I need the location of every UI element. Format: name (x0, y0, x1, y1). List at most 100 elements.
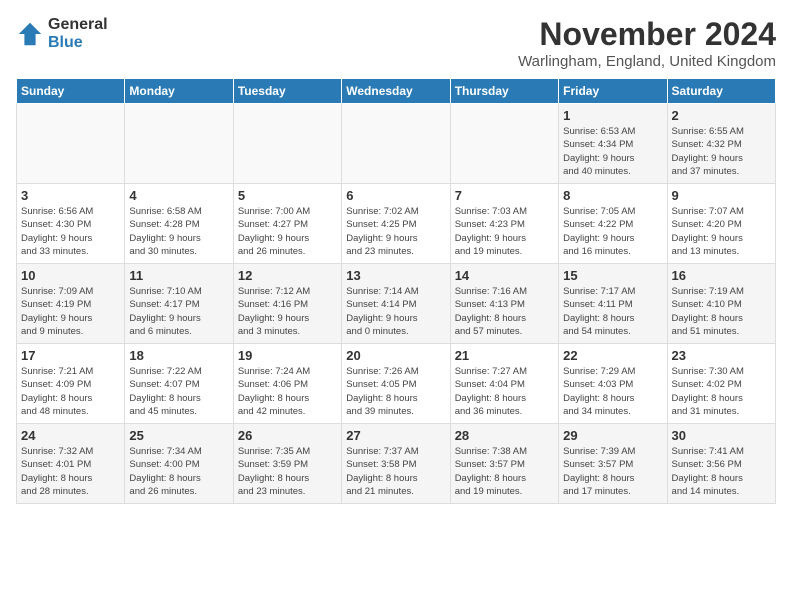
day-number: 19 (238, 348, 337, 363)
day-number: 4 (129, 188, 228, 203)
day-info: Sunrise: 7:29 AM Sunset: 4:03 PM Dayligh… (563, 365, 662, 418)
day-number: 26 (238, 428, 337, 443)
day-number: 6 (346, 188, 445, 203)
day-info: Sunrise: 7:07 AM Sunset: 4:20 PM Dayligh… (672, 205, 771, 258)
calendar-cell (17, 104, 125, 184)
calendar-cell: 18 Sunrise: 7:22 AM Sunset: 4:07 PM Dayli… (125, 344, 233, 424)
day-number: 2 (672, 108, 771, 123)
day-number: 10 (21, 268, 120, 283)
calendar-cell: 24 Sunrise: 7:32 AM Sunset: 4:01 PM Dayli… (17, 424, 125, 504)
calendar-cell: 7 Sunrise: 7:03 AM Sunset: 4:23 PM Daylig… (450, 184, 558, 264)
month-title: November 2024 (518, 16, 776, 53)
day-info: Sunrise: 7:12 AM Sunset: 4:16 PM Dayligh… (238, 285, 337, 338)
day-info: Sunrise: 7:34 AM Sunset: 4:00 PM Dayligh… (129, 445, 228, 498)
calendar-cell (342, 104, 450, 184)
calendar-cell: 22 Sunrise: 7:29 AM Sunset: 4:03 PM Dayli… (559, 344, 667, 424)
day-info: Sunrise: 7:05 AM Sunset: 4:22 PM Dayligh… (563, 205, 662, 258)
day-number: 18 (129, 348, 228, 363)
calendar-cell (233, 104, 341, 184)
day-info: Sunrise: 7:27 AM Sunset: 4:04 PM Dayligh… (455, 365, 554, 418)
day-info: Sunrise: 6:58 AM Sunset: 4:28 PM Dayligh… (129, 205, 228, 258)
day-number: 27 (346, 428, 445, 443)
day-number: 28 (455, 428, 554, 443)
calendar-week-3: 10 Sunrise: 7:09 AM Sunset: 4:19 PM Dayli… (17, 264, 776, 344)
calendar-cell: 26 Sunrise: 7:35 AM Sunset: 3:59 PM Dayli… (233, 424, 341, 504)
day-info: Sunrise: 7:09 AM Sunset: 4:19 PM Dayligh… (21, 285, 120, 338)
weekday-header-saturday: Saturday (667, 79, 775, 104)
calendar-cell: 12 Sunrise: 7:12 AM Sunset: 4:16 PM Dayli… (233, 264, 341, 344)
day-number: 1 (563, 108, 662, 123)
calendar-cell: 3 Sunrise: 6:56 AM Sunset: 4:30 PM Daylig… (17, 184, 125, 264)
calendar-cell (450, 104, 558, 184)
day-number: 29 (563, 428, 662, 443)
weekday-header-row: SundayMondayTuesdayWednesdayThursdayFrid… (17, 79, 776, 104)
day-info: Sunrise: 7:10 AM Sunset: 4:17 PM Dayligh… (129, 285, 228, 338)
day-number: 17 (21, 348, 120, 363)
calendar-cell: 27Sunrise: 7:37 AM Sunset: 3:58 PM Dayli… (342, 424, 450, 504)
weekday-header-thursday: Thursday (450, 79, 558, 104)
title-block: November 2024 Warlingham, England, Unite… (518, 16, 776, 70)
logo: General Blue (16, 16, 108, 51)
day-number: 15 (563, 268, 662, 283)
logo-blue-text: Blue (48, 34, 108, 52)
calendar-week-5: 24 Sunrise: 7:32 AM Sunset: 4:01 PM Dayli… (17, 424, 776, 504)
calendar-cell: 11 Sunrise: 7:10 AM Sunset: 4:17 PM Dayli… (125, 264, 233, 344)
calendar-cell: 8 Sunrise: 7:05 AM Sunset: 4:22 PM Daylig… (559, 184, 667, 264)
weekday-header-wednesday: Wednesday (342, 79, 450, 104)
day-number: 12 (238, 268, 337, 283)
day-info: Sunrise: 6:53 AM Sunset: 4:34 PM Dayligh… (563, 125, 662, 178)
day-number: 8 (563, 188, 662, 203)
day-info: Sunrise: 6:56 AM Sunset: 4:30 PM Dayligh… (21, 205, 120, 258)
calendar-cell: 14 Sunrise: 7:16 AM Sunset: 4:13 PM Dayli… (450, 264, 558, 344)
page-header: General Blue November 2024 Warlingham, E… (16, 16, 776, 70)
weekday-header-sunday: Sunday (17, 79, 125, 104)
day-number: 14 (455, 268, 554, 283)
day-number: 20 (346, 348, 445, 363)
weekday-header-tuesday: Tuesday (233, 79, 341, 104)
calendar-cell: 23Sunrise: 7:30 AM Sunset: 4:02 PM Dayli… (667, 344, 775, 424)
day-info: Sunrise: 7:00 AM Sunset: 4:27 PM Dayligh… (238, 205, 337, 258)
day-number: 11 (129, 268, 228, 283)
day-info: Sunrise: 6:55 AM Sunset: 4:32 PM Dayligh… (672, 125, 771, 178)
weekday-header-monday: Monday (125, 79, 233, 104)
calendar-cell: 28 Sunrise: 7:38 AM Sunset: 3:57 PM Dayli… (450, 424, 558, 504)
day-number: 24 (21, 428, 120, 443)
logo-icon (16, 20, 44, 48)
calendar-cell: 4 Sunrise: 6:58 AM Sunset: 4:28 PM Daylig… (125, 184, 233, 264)
day-number: 3 (21, 188, 120, 203)
logo-text: General Blue (48, 16, 108, 51)
day-info: Sunrise: 7:41 AM Sunset: 3:56 PM Dayligh… (672, 445, 771, 498)
day-info: Sunrise: 7:19 AM Sunset: 4:10 PM Dayligh… (672, 285, 771, 338)
day-number: 9 (672, 188, 771, 203)
day-info: Sunrise: 7:14 AM Sunset: 4:14 PM Dayligh… (346, 285, 445, 338)
day-number: 23 (672, 348, 771, 363)
calendar-cell: 10 Sunrise: 7:09 AM Sunset: 4:19 PM Dayli… (17, 264, 125, 344)
day-info: Sunrise: 7:16 AM Sunset: 4:13 PM Dayligh… (455, 285, 554, 338)
day-number: 21 (455, 348, 554, 363)
calendar-cell (125, 104, 233, 184)
weekday-header-friday: Friday (559, 79, 667, 104)
day-info: Sunrise: 7:22 AM Sunset: 4:07 PM Dayligh… (129, 365, 228, 418)
day-number: 7 (455, 188, 554, 203)
day-info: Sunrise: 7:24 AM Sunset: 4:06 PM Dayligh… (238, 365, 337, 418)
day-info: Sunrise: 7:35 AM Sunset: 3:59 PM Dayligh… (238, 445, 337, 498)
day-number: 22 (563, 348, 662, 363)
location: Warlingham, England, United Kingdom (518, 53, 776, 70)
calendar-cell: 9 Sunrise: 7:07 AM Sunset: 4:20 PM Daylig… (667, 184, 775, 264)
calendar-cell: 30Sunrise: 7:41 AM Sunset: 3:56 PM Dayli… (667, 424, 775, 504)
day-number: 5 (238, 188, 337, 203)
calendar-cell: 25 Sunrise: 7:34 AM Sunset: 4:00 PM Dayli… (125, 424, 233, 504)
calendar-cell: 2 Sunrise: 6:55 AM Sunset: 4:32 PM Daylig… (667, 104, 775, 184)
day-info: Sunrise: 7:39 AM Sunset: 3:57 PM Dayligh… (563, 445, 662, 498)
day-info: Sunrise: 7:21 AM Sunset: 4:09 PM Dayligh… (21, 365, 120, 418)
day-info: Sunrise: 7:03 AM Sunset: 4:23 PM Dayligh… (455, 205, 554, 258)
day-info: Sunrise: 7:32 AM Sunset: 4:01 PM Dayligh… (21, 445, 120, 498)
day-number: 25 (129, 428, 228, 443)
day-info: Sunrise: 7:38 AM Sunset: 3:57 PM Dayligh… (455, 445, 554, 498)
day-number: 16 (672, 268, 771, 283)
day-info: Sunrise: 7:02 AM Sunset: 4:25 PM Dayligh… (346, 205, 445, 258)
calendar-cell: 29 Sunrise: 7:39 AM Sunset: 3:57 PM Dayli… (559, 424, 667, 504)
day-number: 13 (346, 268, 445, 283)
calendar-cell: 17 Sunrise: 7:21 AM Sunset: 4:09 PM Dayli… (17, 344, 125, 424)
calendar-week-1: 1 Sunrise: 6:53 AM Sunset: 4:34 PM Daylig… (17, 104, 776, 184)
